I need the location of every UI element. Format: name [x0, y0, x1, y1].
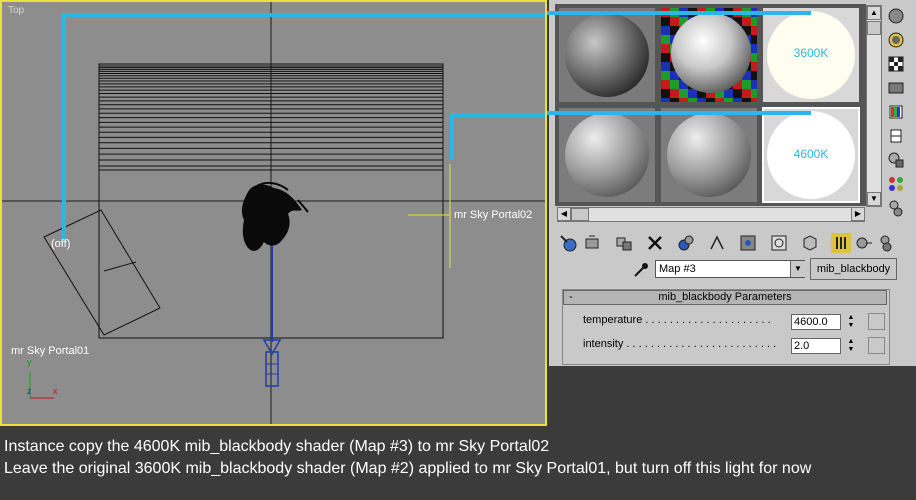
temperature-spinner-arrows[interactable]: ▲ ▼ [846, 314, 856, 330]
viewport-label[interactable]: Top [8, 5, 24, 16]
material-id-icon[interactable] [738, 233, 758, 253]
go-forward-icon[interactable] [854, 233, 874, 253]
rollout-collapse-toggle[interactable]: - [569, 291, 573, 304]
chevron-down-icon[interactable]: ▼ [790, 261, 805, 277]
scroll-down-button[interactable]: ▼ [867, 192, 881, 206]
scroll-up-button[interactable]: ▲ [867, 6, 881, 20]
show-end-result-icon[interactable] [800, 233, 820, 253]
material-type-button[interactable]: mib_blackbody [810, 258, 897, 280]
material-navigator-icon[interactable] [886, 198, 906, 218]
intensity-map-button[interactable] [868, 337, 885, 354]
sample-type-icon[interactable] [886, 6, 906, 26]
background-icon[interactable] [886, 54, 906, 74]
vertical-scroll-thumb[interactable] [867, 21, 881, 35]
intensity-label: intensity . . . . . . . . . . . . . . . … [583, 338, 777, 350]
pick-material-icon[interactable] [558, 233, 578, 253]
map-name-value: Map #3 [659, 263, 696, 275]
go-to-parent-icon[interactable] [831, 233, 851, 253]
axis-z-label: z [27, 386, 32, 396]
caption-line-1: Instance copy the 4600K mib_blackbody sh… [4, 438, 550, 455]
scroll-right-button[interactable]: ▶ [851, 207, 865, 221]
temperature-input[interactable]: 4600.0 [791, 314, 841, 330]
portal01-off-label: (off) [51, 238, 71, 250]
options-icon[interactable] [886, 150, 906, 170]
intensity-input[interactable]: 2.0 [791, 338, 841, 354]
backlight-icon[interactable] [886, 30, 906, 50]
temperature-label: temperature . . . . . . . . . . . . . . … [583, 314, 771, 326]
rollout-header[interactable]: - mib_blackbody Parameters [563, 290, 887, 305]
caption-line-2: Leave the original 3600K mib_blackbody s… [4, 460, 812, 477]
slot-6-text: 4600K [793, 147, 829, 161]
parameters-rollout: - mib_blackbody Parameters temperature .… [562, 289, 890, 365]
axis-y-label: y [27, 357, 32, 367]
slots-vertical-scrollbar[interactable] [866, 5, 882, 207]
scroll-left-button[interactable]: ◀ [557, 207, 571, 221]
make-unique-icon[interactable] [676, 233, 696, 253]
show-map-icon[interactable] [769, 233, 789, 253]
axis-x-label: x [53, 386, 58, 396]
slots-horizontal-scrollbar[interactable] [557, 207, 865, 222]
go-sibling-icon[interactable] [877, 233, 897, 253]
assign-material-icon[interactable] [614, 233, 634, 253]
put-to-library-icon[interactable] [707, 233, 727, 253]
map-name-dropdown[interactable]: Map #3 [655, 260, 805, 278]
video-check-icon[interactable] [886, 102, 906, 122]
intensity-spinner-arrows[interactable]: ▲ ▼ [846, 338, 856, 354]
top-viewport[interactable]: Top (off) mr Sky Portal01 mr Sky Portal0… [0, 0, 547, 426]
eyedropper-icon[interactable] [631, 260, 651, 280]
portal02-label: mr Sky Portal02 [454, 209, 533, 221]
reset-icon[interactable] [645, 233, 665, 253]
horizontal-scroll-thumb[interactable] [571, 208, 589, 221]
select-by-material-icon[interactable] [886, 174, 906, 194]
portal01-label: mr Sky Portal01 [11, 345, 90, 357]
put-to-scene-icon[interactable] [582, 233, 602, 253]
temperature-map-button[interactable] [868, 313, 885, 330]
rollout-title: mib_blackbody Parameters [658, 291, 792, 303]
make-preview-icon[interactable] [886, 126, 906, 146]
annotation-lines [547, 11, 811, 115]
sample-uv-icon[interactable] [886, 78, 906, 98]
